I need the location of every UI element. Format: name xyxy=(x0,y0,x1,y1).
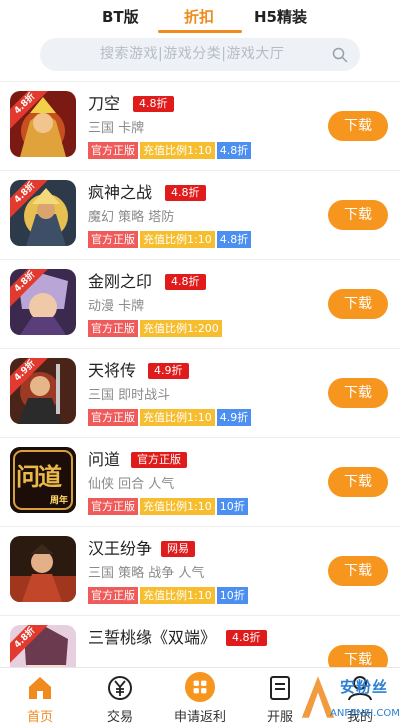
nav-rebate[interactable]: 申请返利 xyxy=(160,668,240,727)
list-item[interactable]: 汉王纷争 网易 三国 策略 战争 人气 官方正版 充值比例1:10 10折 下载 xyxy=(0,527,400,616)
nav-home[interactable]: 首页 xyxy=(0,668,80,727)
game-labels: 官方正版 充值比例1:200 xyxy=(88,320,224,337)
label-discount: 4.9折 xyxy=(216,409,252,426)
tab-discount[interactable]: 折扣 xyxy=(184,6,214,28)
server-icon xyxy=(270,676,290,700)
nav-label: 交易 xyxy=(106,710,133,725)
download-button[interactable]: 下载 xyxy=(328,556,388,586)
game-art-icon xyxy=(10,536,76,602)
game-name[interactable]: 疯神之战 xyxy=(88,183,152,203)
game-labels: 官方正版 充值比例1:10 4.8折 xyxy=(88,231,253,248)
game-tags: 动漫 卡牌 xyxy=(88,299,145,314)
tab-h5[interactable]: H5精装 xyxy=(254,6,307,28)
download-button[interactable]: 下载 xyxy=(328,200,388,230)
list-item[interactable]: 4.8折 金刚之印 4.8折 动漫 卡牌 官方正版 充值比例1:200 下载 xyxy=(0,260,400,349)
discount-badge: 4.8折 xyxy=(133,96,174,112)
search-icon[interactable] xyxy=(332,47,348,63)
game-name[interactable]: 问道 xyxy=(88,450,120,470)
download-button[interactable]: 下载 xyxy=(328,289,388,319)
label-official: 官方正版 xyxy=(88,409,138,426)
game-name[interactable]: 金刚之印 xyxy=(88,272,152,292)
label-recharge-ratio: 充值比例1:10 xyxy=(140,587,215,604)
download-button[interactable]: 下载 xyxy=(328,378,388,408)
nav-trade[interactable]: 交易 xyxy=(80,668,160,727)
grid-icon xyxy=(185,672,215,702)
game-tags: 三国 策略 战争 人气 xyxy=(88,566,205,581)
game-icon[interactable] xyxy=(10,536,76,602)
list-item[interactable]: 4.8折 刀空 4.8折 三国 卡牌 官方正版 充值比例1:10 4.8折 下载 xyxy=(0,82,400,171)
discount-badge: 4.8折 xyxy=(226,630,267,646)
label-recharge-ratio: 充值比例1:10 xyxy=(140,142,215,159)
publisher-badge: 网易 xyxy=(161,541,195,557)
download-button[interactable]: 下载 xyxy=(328,111,388,141)
discount-badge: 4.8折 xyxy=(165,185,206,201)
watermark-text: 安粉丝 xyxy=(340,678,389,696)
label-recharge-ratio: 充值比例1:10 xyxy=(140,498,215,515)
watermark-logo: 安粉丝 ANFENSI.COM xyxy=(300,672,400,727)
game-name[interactable]: 三誓桃缘《双端》 xyxy=(88,628,216,648)
label-discount: 4.8折 xyxy=(216,142,252,159)
watermark-sub: ANFENSI.COM xyxy=(330,708,400,719)
game-icon[interactable]: 4.8折 xyxy=(10,269,76,335)
active-tab-indicator xyxy=(158,30,242,33)
search-input[interactable]: 搜索游戏|游戏分类|游戏大厅 xyxy=(100,38,284,71)
label-recharge-ratio: 充值比例1:10 xyxy=(140,231,215,248)
game-icon[interactable]: 问道 周年 xyxy=(10,447,76,513)
nav-label: 申请返利 xyxy=(173,710,226,725)
search-bar[interactable]: 搜索游戏|游戏分类|游戏大厅 xyxy=(40,38,360,71)
yen-icon xyxy=(108,676,132,700)
game-icon[interactable]: 4.9折 xyxy=(10,358,76,424)
label-official: 官方正版 xyxy=(88,142,138,159)
game-labels: 官方正版 充值比例1:10 10折 xyxy=(88,587,250,604)
tab-bt[interactable]: BT版 xyxy=(102,6,139,28)
label-official: 官方正版 xyxy=(88,320,138,337)
game-icon-logo: 问道 xyxy=(16,463,62,491)
label-discount: 4.8折 xyxy=(216,231,252,248)
home-icon xyxy=(29,677,51,699)
label-discount: 10折 xyxy=(216,498,248,515)
discount-badge: 4.8折 xyxy=(165,274,206,290)
label-official: 官方正版 xyxy=(88,231,138,248)
game-labels: 官方正版 充值比例1:10 4.9折 xyxy=(88,409,253,426)
label-discount: 10折 xyxy=(216,587,248,604)
nav-label: 首页 xyxy=(26,710,53,725)
label-recharge-ratio: 充值比例1:200 xyxy=(140,320,222,337)
game-name[interactable]: 天将传 xyxy=(88,361,136,381)
discount-badge: 4.9折 xyxy=(148,363,189,379)
official-badge: 官方正版 xyxy=(131,452,187,468)
top-tabs: BT版 折扣 H5精装 xyxy=(0,0,400,34)
game-labels: 官方正版 充值比例1:10 4.8折 xyxy=(88,142,253,159)
list-item[interactable]: 4.8折 疯神之战 4.8折 魔幻 策略 塔防 官方正版 充值比例1:10 4.8折… xyxy=(0,171,400,260)
download-button[interactable]: 下载 xyxy=(328,467,388,497)
game-icon[interactable]: 4.8折 xyxy=(10,91,76,157)
label-official: 官方正版 xyxy=(88,587,138,604)
list-item[interactable]: 问道 周年 问道 官方正版 仙侠 回合 人气 官方正版 充值比例1:10 10折 下… xyxy=(0,438,400,527)
game-name[interactable]: 汉王纷争 xyxy=(88,539,152,559)
list-item[interactable]: 4.9折 天将传 4.9折 三国 即时战斗 官方正版 充值比例1:10 4.9折 下… xyxy=(0,349,400,438)
game-tags: 三国 卡牌 xyxy=(88,121,145,136)
game-icon[interactable]: 4.8折 xyxy=(10,180,76,246)
label-official: 官方正版 xyxy=(88,498,138,515)
label-recharge-ratio: 充值比例1:10 xyxy=(140,409,215,426)
game-name[interactable]: 刀空 xyxy=(88,94,120,114)
game-tags: 仙侠 回合 人气 xyxy=(88,477,175,492)
game-icon-sub: 周年 xyxy=(50,496,69,506)
game-labels: 官方正版 充值比例1:10 10折 xyxy=(88,498,250,515)
game-tags: 魔幻 策略 塔防 xyxy=(88,210,175,225)
game-tags: 三国 即时战斗 xyxy=(88,388,171,403)
